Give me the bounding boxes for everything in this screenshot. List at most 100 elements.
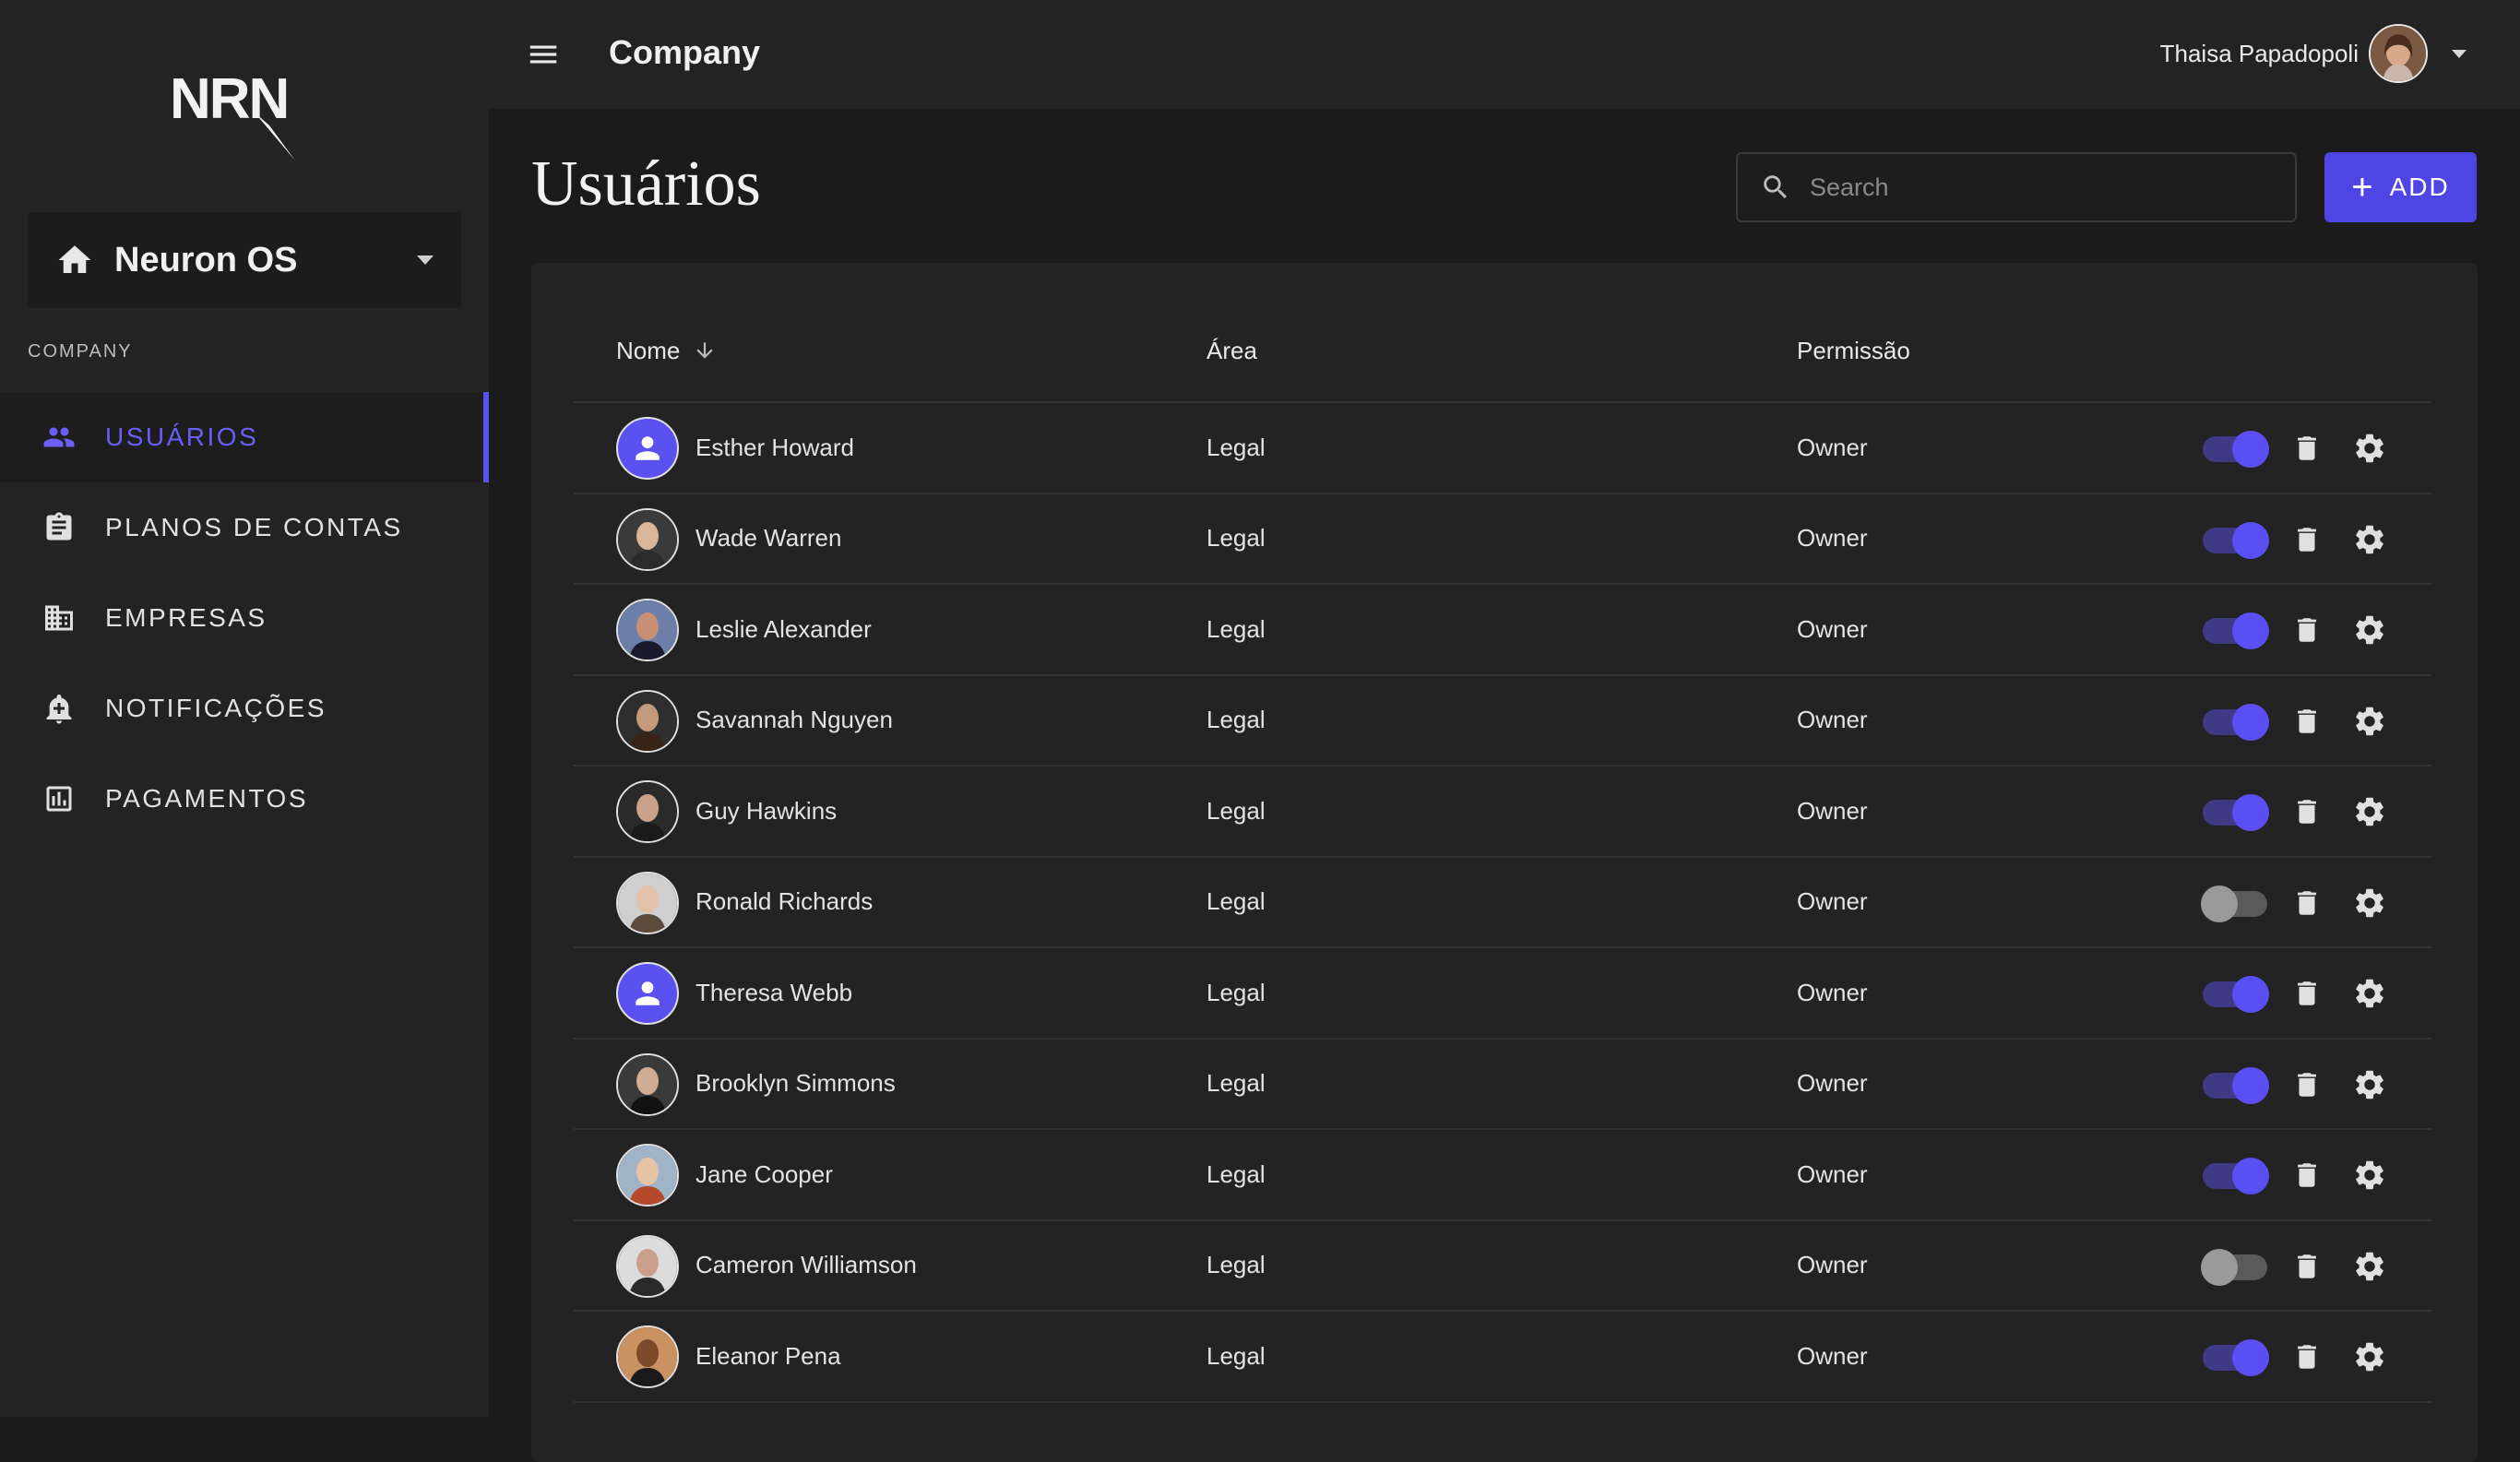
building-icon [45, 605, 73, 631]
clipboard-icon [46, 512, 72, 541]
user-name-cell: Cameron Williamson [695, 1251, 917, 1279]
user-photo [618, 1327, 677, 1386]
avatar [616, 689, 679, 753]
people-icon [43, 427, 75, 447]
table-row: Theresa Webb Legal Owner [574, 948, 2431, 1040]
add-button-label: ADD [2389, 172, 2450, 201]
user-name-cell: Jane Cooper [695, 1159, 833, 1188]
search-input[interactable] [1808, 172, 2254, 203]
gear-icon[interactable] [2352, 431, 2387, 466]
trash-icon[interactable] [2291, 614, 2323, 646]
table-row: Savannah Nguyen Legal Owner [574, 676, 2431, 767]
avatar [616, 962, 679, 1025]
permission-cell: Owner [1797, 1341, 1868, 1370]
trash-icon[interactable] [2291, 978, 2323, 1009]
gear-icon[interactable] [2352, 1067, 2387, 1102]
chevron-down-icon[interactable] [2452, 50, 2467, 58]
users-table-card: Nome Área Permissão Esther Howard Legal … [531, 263, 2478, 1462]
gear-icon[interactable] [2352, 976, 2387, 1011]
active-toggle[interactable] [2203, 976, 2269, 1013]
user-photo [618, 1054, 677, 1114]
sidebar: NRN Neuron OS COMPANY USUÁRIOS PLANOS DE… [0, 0, 489, 1417]
gear-icon[interactable] [2352, 704, 2387, 739]
trash-icon[interactable] [2291, 887, 2323, 919]
trash-icon[interactable] [2291, 796, 2323, 827]
column-header-area[interactable]: Área [1207, 337, 1257, 365]
active-toggle[interactable] [2201, 1248, 2267, 1286]
gear-icon[interactable] [2352, 612, 2387, 648]
column-header-name[interactable]: Nome [616, 337, 717, 365]
trash-icon[interactable] [2291, 1069, 2323, 1100]
brand-logo: NRN [170, 67, 295, 160]
search-icon [1764, 175, 1788, 199]
gear-icon[interactable] [2352, 1158, 2387, 1193]
table-row: Leslie Alexander Legal Owner [574, 585, 2431, 676]
sidebar-item-planos-de-contas[interactable]: PLANOS DE CONTAS [0, 482, 489, 573]
area-cell: Legal [1207, 1069, 1266, 1098]
menu-icon[interactable] [526, 37, 561, 72]
permission-cell: Owner [1797, 524, 1868, 553]
active-toggle[interactable] [2203, 612, 2269, 649]
workspace-selector[interactable]: Neuron OS [28, 212, 461, 308]
add-button[interactable]: + ADD [2324, 152, 2477, 222]
column-header-permission[interactable]: Permissão [1797, 337, 1910, 365]
permission-cell: Owner [1797, 978, 1868, 1006]
active-toggle[interactable] [2203, 431, 2269, 468]
area-cell: Legal [1207, 524, 1266, 553]
active-toggle[interactable] [2203, 1066, 2269, 1104]
active-toggle[interactable] [2203, 1339, 2269, 1376]
sidebar-item-usuarios[interactable]: USUÁRIOS [0, 392, 489, 482]
permission-cell: Owner [1797, 614, 1868, 643]
sidebar-item-empresas[interactable]: EMPRESAS [0, 573, 489, 663]
gear-icon[interactable] [2352, 794, 2387, 829]
user-name: Thaisa Papadopoli [2159, 40, 2359, 67]
permission-cell: Owner [1797, 1251, 1868, 1279]
user-name-cell: Eleanor Pena [695, 1341, 841, 1370]
table-row: Jane Cooper Legal Owner [574, 1130, 2431, 1221]
toggle-knob [2232, 521, 2269, 559]
gear-icon[interactable] [2352, 1249, 2387, 1284]
area-cell: Legal [1207, 433, 1266, 461]
sidebar-item-label: PLANOS DE CONTAS [105, 513, 403, 541]
trash-icon[interactable] [2291, 433, 2323, 464]
table-row: Cameron Williamson Legal Owner [574, 1221, 2431, 1312]
table-row: Guy Hawkins Legal Owner [574, 767, 2431, 858]
avatar [616, 1234, 679, 1298]
avatar [616, 1325, 679, 1388]
trash-icon[interactable] [2291, 1251, 2323, 1282]
toggle-knob [2232, 1158, 2269, 1195]
workspace-label: Neuron OS [114, 240, 298, 279]
toggle-knob [2232, 1066, 2269, 1104]
active-toggle[interactable] [2203, 794, 2269, 831]
gear-icon[interactable] [2352, 522, 2387, 557]
gear-icon[interactable] [2352, 886, 2387, 921]
user-avatar[interactable] [2369, 24, 2428, 83]
area-cell: Legal [1207, 978, 1266, 1006]
table-row: Eleanor Pena Legal Owner [574, 1312, 2431, 1403]
permission-cell: Owner [1797, 1069, 1868, 1098]
active-toggle[interactable] [2203, 1158, 2269, 1195]
gear-icon[interactable] [2352, 1339, 2387, 1374]
trash-icon[interactable] [2291, 706, 2323, 737]
toggle-knob [2232, 1339, 2269, 1376]
permission-cell: Owner [1797, 706, 1868, 734]
user-name-cell: Leslie Alexander [695, 614, 872, 643]
active-toggle[interactable] [2201, 885, 2267, 922]
trash-icon[interactable] [2291, 1341, 2323, 1373]
active-toggle[interactable] [2203, 703, 2269, 741]
trash-icon[interactable] [2291, 1159, 2323, 1191]
area-cell: Legal [1207, 614, 1266, 643]
area-cell: Legal [1207, 706, 1266, 734]
user-name-cell: Wade Warren [695, 524, 842, 553]
bell-icon [46, 695, 72, 724]
sidebar-item-pagamentos[interactable]: PAGAMENTOS [0, 754, 489, 844]
user-name-cell: Ronald Richards [695, 887, 874, 916]
user-name-cell: Guy Hawkins [695, 796, 838, 825]
trash-icon[interactable] [2291, 524, 2323, 555]
table-row: Wade Warren Legal Owner [574, 494, 2431, 585]
toggle-knob [2232, 976, 2269, 1013]
permission-cell: Owner [1797, 1159, 1868, 1188]
search-box [1736, 152, 2297, 222]
sidebar-item-notificacoes[interactable]: NOTIFICAÇÕES [0, 663, 489, 754]
active-toggle[interactable] [2203, 521, 2269, 559]
